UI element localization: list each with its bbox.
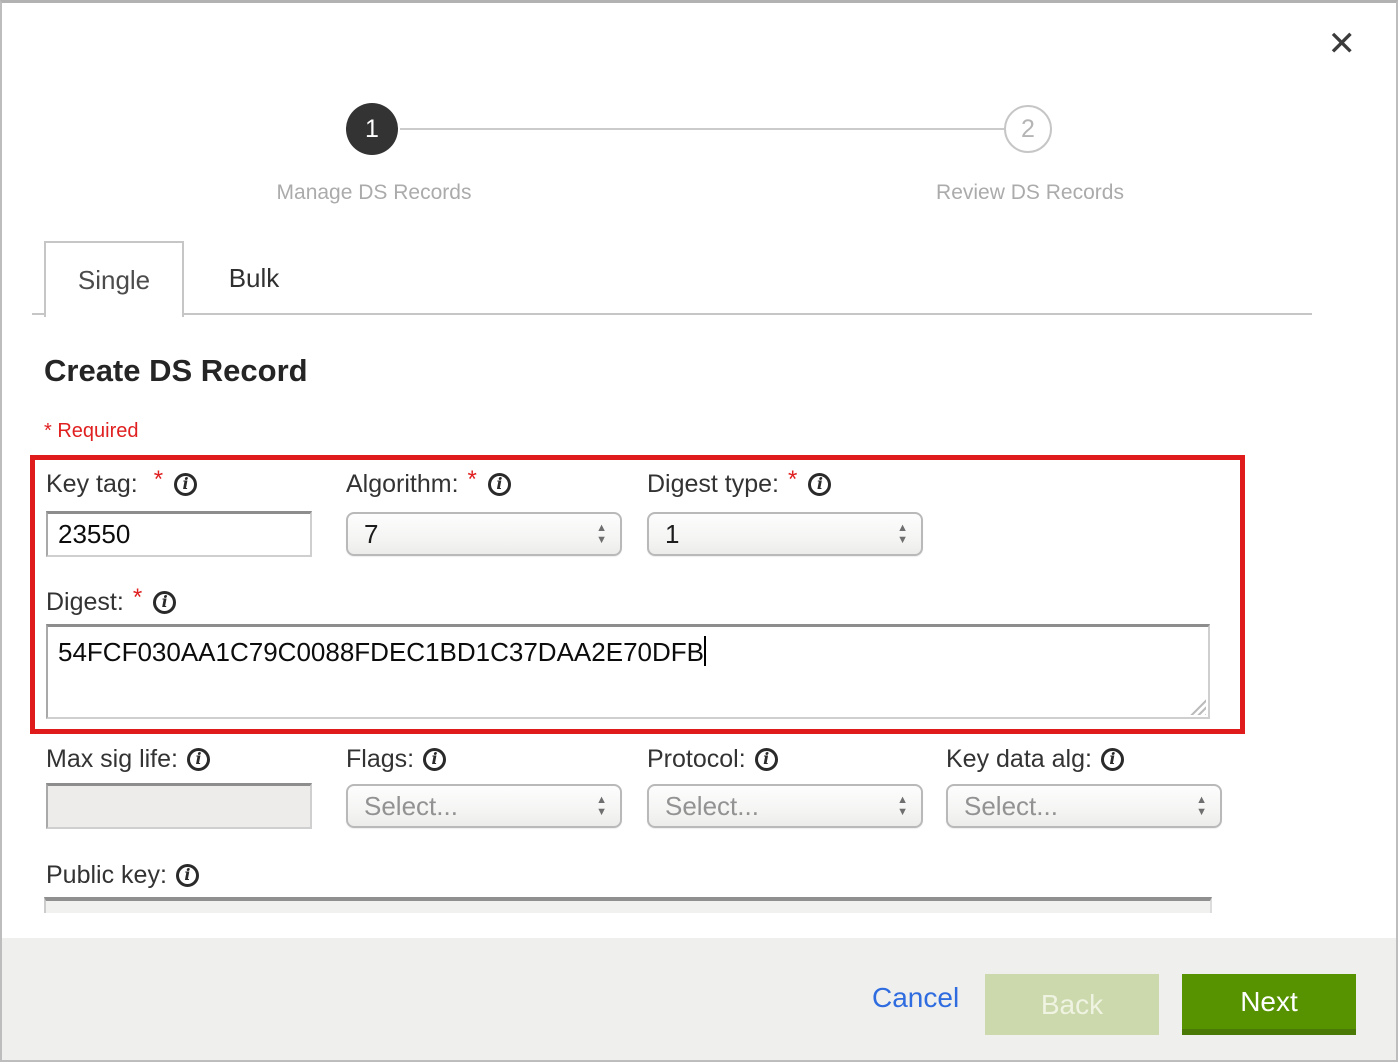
stepper-step-1-circle: 1: [346, 103, 398, 155]
info-icon[interactable]: i: [153, 591, 176, 614]
stepper-connector-line: [400, 128, 1006, 130]
stepper-step-2-label: Review DS Records: [810, 181, 1250, 205]
info-icon[interactable]: i: [187, 748, 210, 771]
required-asterisk: *: [154, 466, 163, 494]
select-spinner-icon: ▲ ▼: [897, 796, 908, 816]
max-sig-life-input[interactable]: [46, 783, 312, 829]
chevron-up-icon: ▲: [1196, 796, 1207, 804]
info-icon[interactable]: i: [1101, 748, 1124, 771]
required-asterisk: *: [468, 466, 477, 494]
close-icon[interactable]: ✕: [1328, 27, 1357, 61]
digest-type-label: Digest type: * i: [647, 469, 831, 499]
stepper-step-1-label: Manage DS Records: [154, 181, 594, 205]
modal-footer: Cancel Back Next: [2, 938, 1396, 1060]
chevron-up-icon: ▲: [596, 524, 607, 532]
key-data-alg-label: Key data alg: i: [946, 744, 1124, 774]
info-icon[interactable]: i: [174, 473, 197, 496]
algorithm-select[interactable]: 7 ▲ ▼: [346, 512, 622, 556]
digest-label: Digest: * i: [46, 587, 176, 617]
info-icon[interactable]: i: [176, 864, 199, 887]
key-data-alg-select-value: Select...: [964, 791, 1058, 822]
digest-type-select[interactable]: 1 ▲ ▼: [647, 512, 923, 556]
digest-value: 54FCF030AA1C79C0088FDEC1BD1C37DAA2E70DFB: [58, 637, 704, 667]
info-icon[interactable]: i: [808, 473, 831, 496]
text-cursor: [704, 636, 706, 666]
tab-bar: Single Bulk: [32, 241, 1312, 315]
public-key-textarea[interactable]: [44, 897, 1212, 913]
algorithm-label: Algorithm: * i: [346, 469, 511, 499]
info-icon[interactable]: i: [755, 748, 778, 771]
tab-bulk[interactable]: Bulk: [184, 241, 324, 315]
key-data-alg-label-text: Key data alg:: [946, 745, 1092, 774]
select-spinner-icon: ▲ ▼: [897, 524, 908, 544]
key-tag-input[interactable]: [46, 511, 312, 557]
protocol-select[interactable]: Select... ▲ ▼: [647, 784, 923, 828]
info-icon[interactable]: i: [488, 473, 511, 496]
chevron-down-icon: ▼: [1196, 808, 1207, 816]
flags-select-value: Select...: [364, 791, 458, 822]
page-title: Create DS Record: [44, 353, 308, 389]
select-spinner-icon: ▲ ▼: [596, 524, 607, 544]
flags-label: Flags: i: [346, 744, 446, 774]
chevron-down-icon: ▼: [897, 536, 908, 544]
algorithm-select-value: 7: [364, 519, 378, 550]
protocol-label-text: Protocol:: [647, 745, 746, 774]
key-data-alg-select[interactable]: Select... ▲ ▼: [946, 784, 1222, 828]
chevron-up-icon: ▲: [897, 796, 908, 804]
protocol-select-value: Select...: [665, 791, 759, 822]
public-key-label: Public key: i: [46, 860, 199, 890]
flags-label-text: Flags:: [346, 745, 414, 774]
resize-handle-icon[interactable]: [1189, 698, 1206, 715]
select-spinner-icon: ▲ ▼: [596, 796, 607, 816]
chevron-up-icon: ▲: [897, 524, 908, 532]
create-ds-record-modal: ✕ 1 2 Manage DS Records Review DS Record…: [0, 0, 1398, 1062]
info-icon[interactable]: i: [423, 748, 446, 771]
public-key-label-text: Public key:: [46, 861, 167, 890]
tab-single[interactable]: Single: [44, 241, 184, 317]
chevron-up-icon: ▲: [596, 796, 607, 804]
flags-select[interactable]: Select... ▲ ▼: [346, 784, 622, 828]
digest-textarea[interactable]: 54FCF030AA1C79C0088FDEC1BD1C37DAA2E70DFB: [46, 624, 1210, 719]
back-button[interactable]: Back: [985, 974, 1159, 1035]
stepper-step-2-circle: 2: [1004, 105, 1052, 153]
next-button[interactable]: Next: [1182, 974, 1356, 1035]
cancel-button[interactable]: Cancel: [872, 982, 959, 1014]
key-tag-label: Key tag: * i: [46, 469, 197, 499]
max-sig-life-label: Max sig life: i: [46, 744, 210, 774]
max-sig-life-label-text: Max sig life:: [46, 745, 178, 774]
key-tag-label-text: Key tag:: [46, 470, 138, 499]
select-spinner-icon: ▲ ▼: [1196, 796, 1207, 816]
chevron-down-icon: ▼: [596, 536, 607, 544]
required-asterisk: *: [788, 466, 797, 494]
digest-label-text: Digest:: [46, 588, 124, 617]
required-asterisk: *: [133, 584, 142, 612]
digest-type-label-text: Digest type:: [647, 470, 779, 499]
chevron-down-icon: ▼: [596, 808, 607, 816]
algorithm-label-text: Algorithm:: [346, 470, 459, 499]
required-note: * Required: [44, 420, 139, 443]
chevron-down-icon: ▼: [897, 808, 908, 816]
digest-type-select-value: 1: [665, 519, 679, 550]
protocol-label: Protocol: i: [647, 744, 778, 774]
